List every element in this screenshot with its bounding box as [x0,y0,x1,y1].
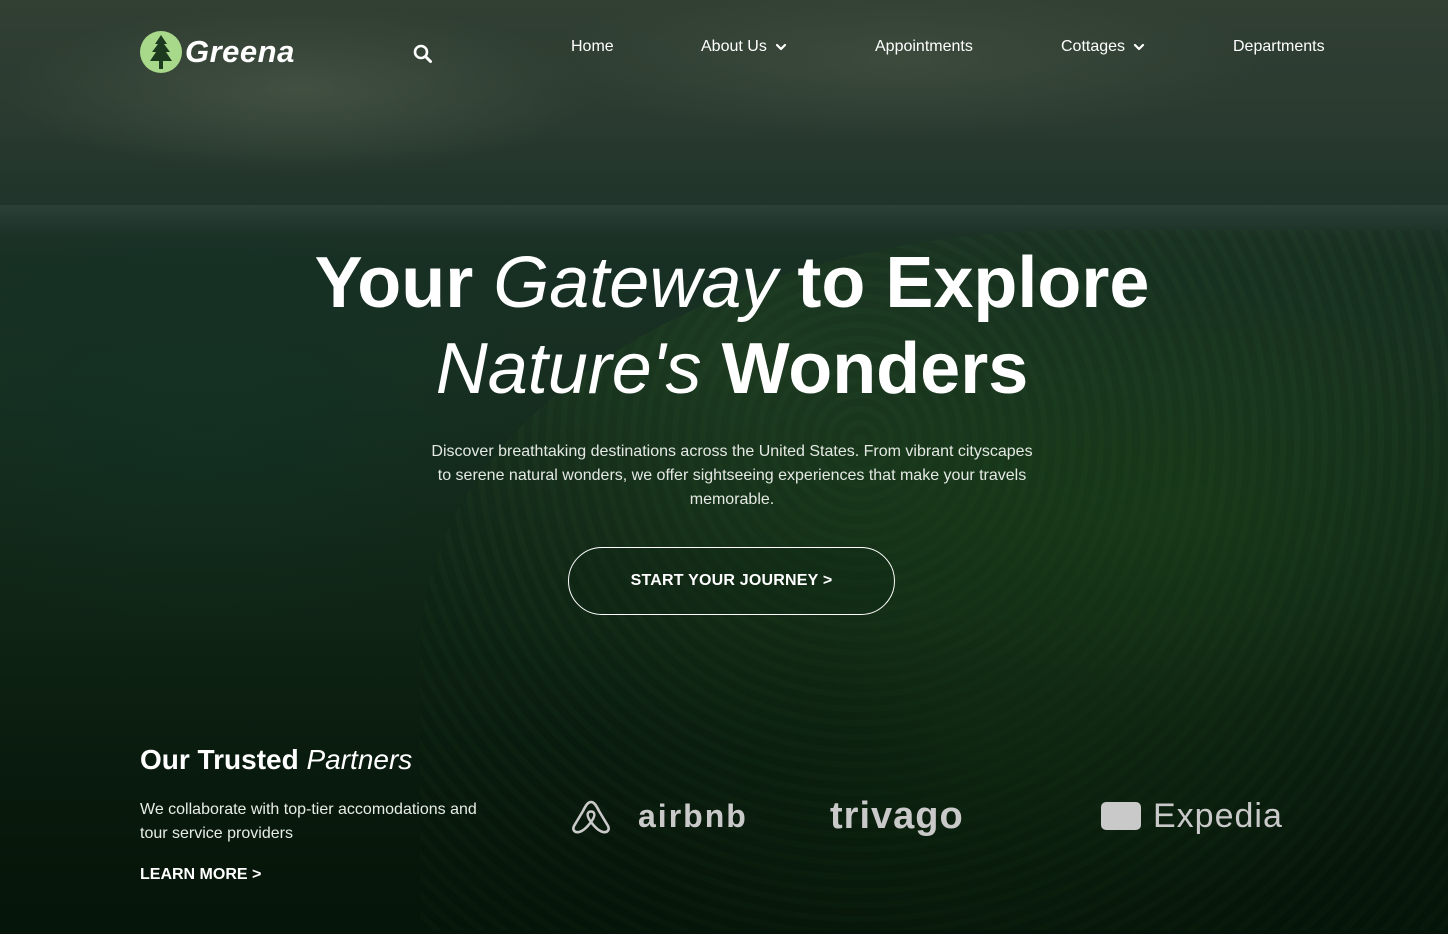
trivago-logo[interactable]: trivago [830,792,964,840]
hero-title: Your Gateway to Explore Nature's Wonders [224,240,1240,412]
expedia-logo[interactable]: Expedia [1101,792,1283,840]
hero-title-text: Your [314,243,494,323]
learn-more-link[interactable]: LEARN MORE > [140,866,261,884]
airbnb-icon [572,800,610,834]
nav-item-departments[interactable]: Departments [1233,38,1325,56]
nav-item-about-us[interactable]: About Us [701,38,787,56]
nav-item-label: Cottages [1061,38,1126,55]
nav-item-home[interactable]: Home [571,38,614,56]
partners-heading: Our Trusted Partners [140,744,412,776]
nav-item-label: About Us [701,38,767,55]
expedia-icon [1101,802,1141,830]
nav-item-label: Appointments [875,38,973,55]
trivago-wordmark: trivago [830,794,964,837]
expedia-wordmark: Expedia [1153,796,1283,835]
hero-description: Discover breathtaking destinations acros… [431,443,1033,508]
partners-heading-text: Our Trusted [140,744,307,775]
chevron-down-icon [1133,43,1145,51]
hero-title-italic: Gateway [493,243,778,323]
main-nav: Home About Us Appointments Cottages Depa… [0,38,1448,62]
hero-title-text: Wonders [701,329,1029,409]
nav-item-label: Departments [1233,38,1325,55]
hero-title-italic: Nature's [435,329,702,409]
nav-item-cottages[interactable]: Cottages [1061,38,1145,56]
nav-item-appointments[interactable]: Appointments [875,38,973,56]
airbnb-wordmark: airbnb [638,797,748,834]
airbnb-logo[interactable]: airbnb [558,792,748,840]
hero-title-text: to Explore [777,243,1150,323]
nav-item-label: Home [571,38,614,55]
partners-description: We collaborate with top-tier accomodatio… [140,801,477,842]
start-journey-button[interactable]: START YOUR JOURNEY > [568,547,895,615]
partners-heading-italic: Partners [306,744,413,775]
chevron-down-icon [775,43,786,51]
